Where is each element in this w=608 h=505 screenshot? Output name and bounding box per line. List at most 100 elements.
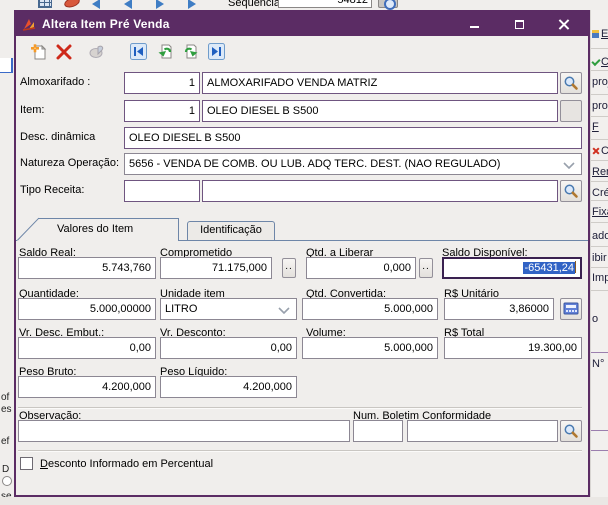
check-icon — [592, 58, 599, 66]
background-text-fragment: of — [1, 392, 9, 403]
stamp-icon — [88, 43, 106, 61]
saldo-real-field[interactable]: 5.743,760 — [18, 257, 156, 279]
new-document-icon — [30, 43, 48, 61]
next-record-button[interactable] — [182, 43, 200, 61]
delete-button[interactable] — [55, 43, 73, 61]
background-text-fragment: ados — [592, 230, 608, 242]
background-button-fragment[interactable]: Fixa — [592, 206, 608, 218]
item-desc-field[interactable]: OLEO DIESEL B S500 — [202, 100, 558, 122]
unidade-item-value: LITRO — [165, 303, 197, 315]
background-button-fragment[interactable]: E — [592, 28, 608, 40]
document-prev-icon — [156, 43, 174, 61]
prior-record-button[interactable] — [156, 43, 174, 61]
almoxarifado-code-field[interactable]: 1 — [124, 72, 200, 94]
maximize-icon — [515, 20, 524, 29]
grid-icon[interactable] — [38, 0, 52, 8]
background-text-fragment: proj — [592, 76, 608, 88]
next-arrow-icon[interactable] — [156, 0, 164, 9]
print-preview-icon[interactable] — [378, 0, 398, 8]
desconto-percentual-checkbox[interactable] — [20, 457, 33, 470]
first-arrow-icon[interactable] — [92, 0, 100, 9]
sequencia-field[interactable]: 54812 — [278, 0, 372, 8]
desconto-percentual-label: Desconto Informado em Percentual — [40, 458, 213, 470]
background-text-fragment: N° — [592, 358, 604, 370]
search-icon — [563, 75, 579, 91]
natureza-operacao-label: Natureza Operação: — [20, 157, 119, 169]
last-record-icon — [208, 43, 225, 60]
peso-bruto-field[interactable]: 4.200,000 — [18, 376, 156, 398]
num-boletim-code-field[interactable] — [353, 420, 403, 442]
item-label: Item: — [20, 104, 44, 116]
tab-label: Identificação — [200, 224, 262, 236]
prev-arrow-icon[interactable] — [124, 0, 132, 9]
first-record-button[interactable] — [130, 43, 148, 61]
app-logo-icon — [22, 17, 36, 31]
item-code-field[interactable]: 1 — [124, 100, 200, 122]
background-text-fragment: o — [592, 313, 598, 325]
desc-dinamica-field[interactable]: OLEO DIESEL B S500 — [124, 127, 582, 149]
almoxarifado-desc-field[interactable]: ALMOXARIFADO VENDA MATRIZ — [202, 72, 558, 94]
background-button-fragment[interactable]: F — [592, 121, 599, 133]
tab-label: Valores do Item — [57, 223, 133, 235]
radio-button-fragment[interactable] — [2, 476, 12, 486]
observacao-field[interactable] — [18, 420, 350, 442]
background-text-fragment: ef — [1, 436, 9, 447]
vr-desc-embut-field[interactable]: 0,00 — [18, 337, 156, 359]
background-text-fragment: ibir — [592, 252, 607, 264]
num-boletim-field[interactable] — [407, 420, 558, 442]
minimize-button[interactable] — [466, 16, 482, 32]
text-caret — [575, 261, 576, 273]
natureza-operacao-dropdown[interactable]: 5656 - VENDA DE COMB. OU LUB. ADQ TERC. … — [124, 153, 582, 175]
natureza-operacao-value: 5656 - VENDA DE COMB. OU LUB. ADQ TERC. … — [129, 158, 500, 170]
last-record-button[interactable] — [208, 43, 226, 61]
background-button-fragment[interactable]: Ca — [592, 145, 608, 157]
separator — [18, 407, 582, 409]
background-window-top: Sequência: 54812 — [0, 0, 608, 10]
new-item-button[interactable] — [30, 43, 48, 61]
tipo-receita-code-field[interactable] — [124, 180, 200, 202]
item-search-button — [560, 100, 582, 122]
comprometido-detail-button[interactable]: .. — [282, 258, 296, 278]
rs-total-field[interactable]: 19.300,00 — [444, 337, 582, 359]
almoxarifado-search-button[interactable] — [560, 72, 582, 94]
qtd-a-liberar-detail-button[interactable]: .. — [419, 258, 433, 278]
tab-valores-do-item[interactable]: Valores do Item — [17, 218, 179, 241]
comprometido-field[interactable]: 71.175,000 — [160, 257, 272, 279]
background-grid-cell — [0, 58, 13, 73]
dialog-titlebar[interactable]: Altera Item Pré Venda — [16, 12, 588, 36]
altera-item-pre-venda-dialog: Altera Item Pré Venda — [14, 10, 590, 497]
background-text-fragment: prov — [592, 100, 608, 112]
qtd-a-liberar-field[interactable]: 0,000 — [306, 257, 416, 279]
background-text-fragment: D — [2, 464, 9, 475]
eraser-icon[interactable] — [63, 0, 81, 9]
close-button[interactable] — [556, 16, 572, 32]
peso-liquido-field[interactable]: 4.200,000 — [160, 376, 297, 398]
first-record-icon — [130, 43, 147, 60]
rs-unitario-field[interactable]: 3,86000 — [444, 298, 554, 320]
background-window-right: E Co proj prov F Ca Rent Créd Fixa ados … — [590, 10, 608, 497]
document-next-icon — [182, 43, 200, 61]
screen: Sequência: 54812 of es ef D se E Co proj… — [0, 0, 608, 505]
quantidade-field[interactable]: 5.000,00000 — [18, 298, 156, 320]
maximize-button[interactable] — [511, 16, 527, 32]
almoxarifado-label: Almoxarifado : — [20, 76, 90, 88]
background-window-left: of es ef D se — [0, 10, 14, 497]
rs-unitario-calculator-button[interactable] — [560, 298, 582, 320]
last-arrow-icon[interactable] — [188, 0, 196, 9]
tipo-receita-search-button[interactable] — [560, 180, 582, 202]
vr-desconto-field[interactable]: 0,00 — [160, 337, 297, 359]
chevron-down-icon — [563, 162, 575, 169]
saldo-disponivel-field[interactable]: -65431,24 — [442, 257, 582, 279]
search-icon — [563, 183, 579, 199]
background-button-fragment[interactable]: Co — [592, 56, 608, 68]
unidade-item-dropdown[interactable]: LITRO — [160, 298, 297, 320]
stamp-button — [88, 43, 106, 61]
tab-identificacao[interactable]: Identificação — [187, 221, 275, 240]
num-boletim-search-button[interactable] — [560, 420, 582, 442]
background-button-fragment[interactable]: Rent — [592, 166, 608, 178]
calculator-icon — [563, 302, 579, 316]
volume-field[interactable]: 5.000,000 — [302, 337, 438, 359]
tipo-receita-desc-field[interactable] — [202, 180, 558, 202]
close-icon — [558, 18, 570, 30]
qtd-convertida-field[interactable]: 5.000,000 — [302, 298, 438, 320]
